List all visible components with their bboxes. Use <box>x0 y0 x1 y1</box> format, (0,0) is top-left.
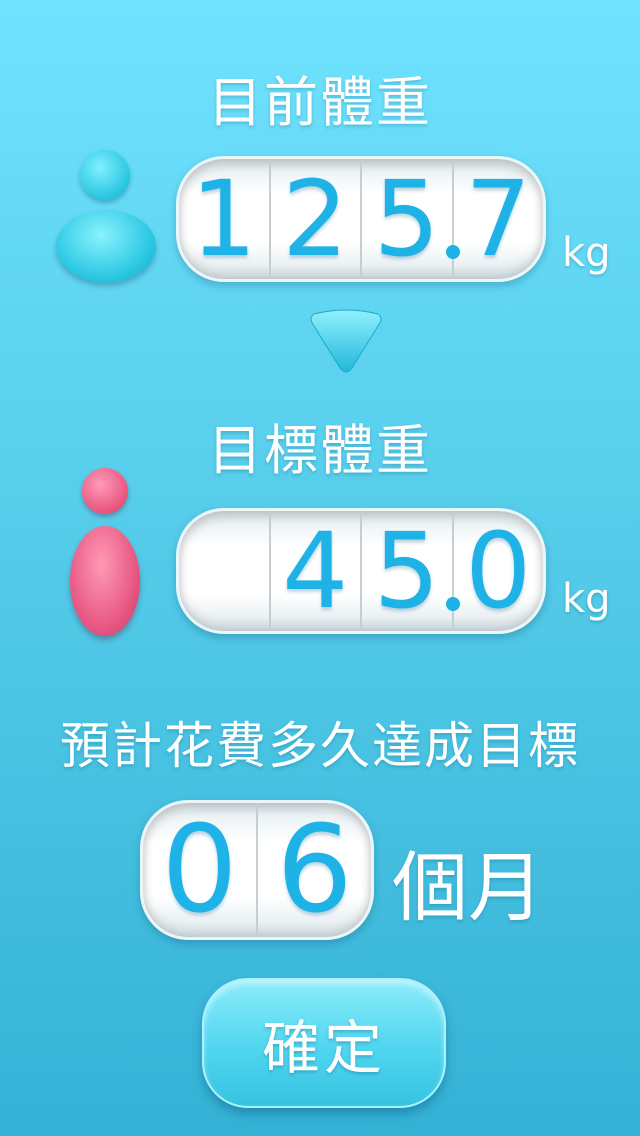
current-weight-digit-tenths[interactable]: 7 <box>451 159 544 279</box>
decimal-point <box>445 597 460 611</box>
current-weight-unit: kg <box>562 230 611 276</box>
person-pink-head-icon <box>82 468 128 514</box>
current-weight-picker[interactable]: 1 2 5 7 <box>176 156 546 282</box>
duration-digit-tens[interactable]: 0 <box>143 803 256 937</box>
duration-unit: 個月 <box>392 843 544 932</box>
decimal-point <box>445 245 460 259</box>
duration-label: 預計花費多久達成目標 <box>60 717 580 775</box>
confirm-button[interactable]: 確定 <box>202 978 446 1108</box>
person-pink-body-icon <box>70 526 140 636</box>
duration-digit-ones[interactable]: 6 <box>256 803 371 937</box>
target-weight-digit-tenths[interactable]: 0 <box>451 511 544 631</box>
current-weight-digit-ones-value: 5 <box>373 158 440 280</box>
target-weight-digit-tens[interactable]: 4 <box>268 511 361 631</box>
current-weight-digit-ones[interactable]: 5 <box>360 158 460 280</box>
current-weight-digit-hundreds[interactable]: 1 <box>179 159 269 279</box>
target-weight-picker[interactable]: 4 5 0 <box>176 508 546 634</box>
target-weight-unit: kg <box>562 576 611 622</box>
person-blue-body-icon <box>56 210 156 282</box>
person-blue-head-icon <box>80 150 130 200</box>
current-weight-label: 目前體重 <box>208 71 432 134</box>
target-weight-digit-ones-value: 5 <box>373 510 440 632</box>
duration-picker[interactable]: 0 6 <box>140 800 374 940</box>
current-weight-digit-tens[interactable]: 2 <box>268 159 361 279</box>
target-weight-digit-hundreds[interactable] <box>179 511 269 631</box>
down-arrow-icon <box>310 309 382 373</box>
target-weight-digit-ones[interactable]: 5 <box>360 510 460 632</box>
